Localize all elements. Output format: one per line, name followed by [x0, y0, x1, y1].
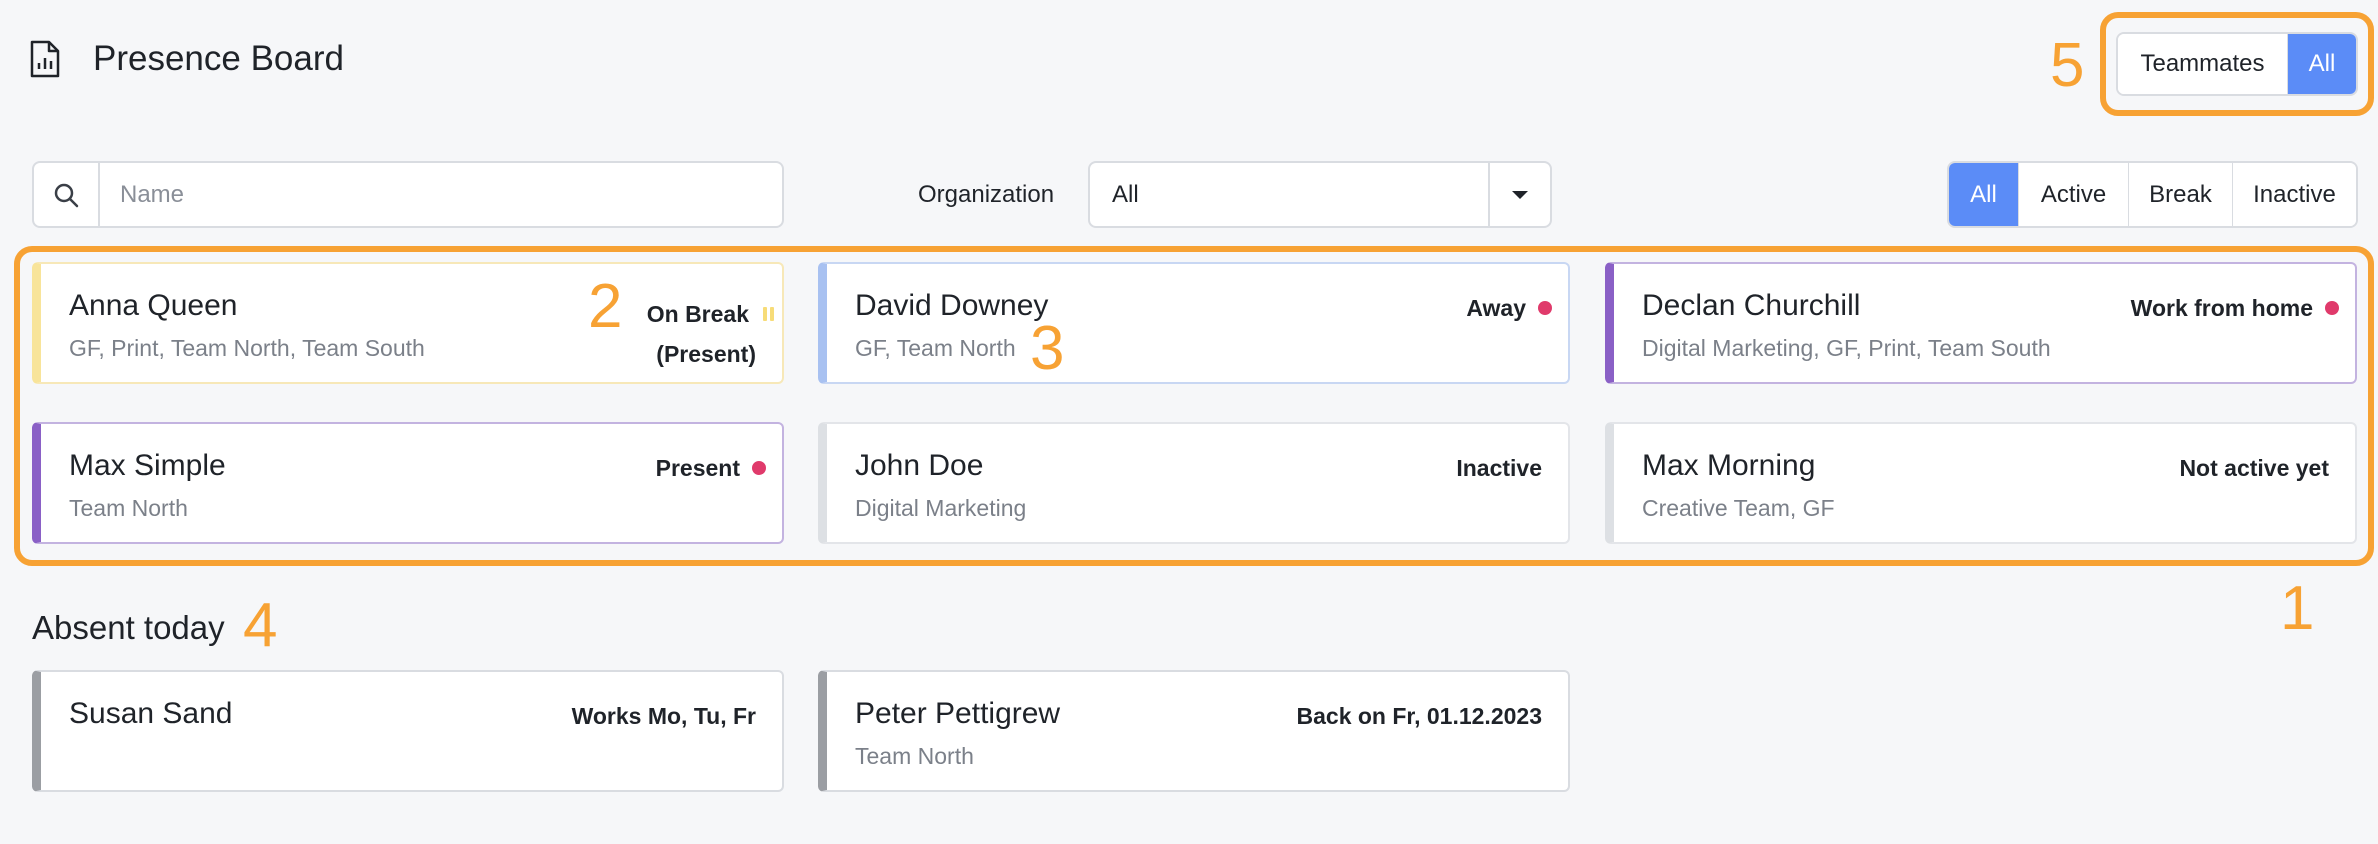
person-teams: Team North	[855, 743, 974, 769]
annotation-number: 3	[1030, 314, 1065, 383]
person-status: Back on Fr, 01.12.2023	[1297, 702, 1543, 730]
absent-card[interactable]: Susan Sand Works Mo, Tu, Fr	[32, 670, 784, 792]
filter-all-button[interactable]: All	[1949, 163, 2019, 226]
filter-active-button[interactable]: Active	[2019, 163, 2129, 226]
name-search	[32, 161, 784, 228]
filter-break-button[interactable]: Break	[2129, 163, 2233, 226]
annotation-highlight-cards	[14, 246, 2374, 566]
status-text: Works Mo, Tu, Fr	[571, 703, 756, 729]
page-title: Presence Board	[93, 39, 344, 78]
person-name: Peter Pettigrew	[855, 697, 1061, 730]
person-name: Susan Sand	[69, 697, 233, 730]
annotation-number: 5	[2050, 31, 2085, 100]
status-filter: All Active Break Inactive	[1947, 161, 2358, 228]
search-icon	[34, 163, 100, 226]
organization-value: All	[1112, 180, 1139, 208]
person-status: Works Mo, Tu, Fr	[572, 702, 756, 730]
caret-down-icon[interactable]	[1488, 163, 1550, 226]
report-document-icon	[30, 40, 60, 78]
name-search-input[interactable]	[100, 163, 782, 226]
annotation-highlight-toggle	[2100, 12, 2374, 116]
organization-select[interactable]: All	[1088, 161, 1552, 228]
absent-card[interactable]: Peter Pettigrew Team North Back on Fr, 0…	[818, 670, 1570, 792]
absent-section-title: Absent today	[32, 609, 225, 646]
filter-inactive-button[interactable]: Inactive	[2233, 163, 2356, 226]
annotation-number: 4	[243, 591, 278, 660]
organization-label: Organization	[918, 181, 1055, 208]
annotation-number: 1	[2280, 574, 2315, 643]
status-text: Back on Fr, 01.12.2023	[1296, 703, 1543, 729]
annotation-number: 2	[588, 272, 623, 341]
